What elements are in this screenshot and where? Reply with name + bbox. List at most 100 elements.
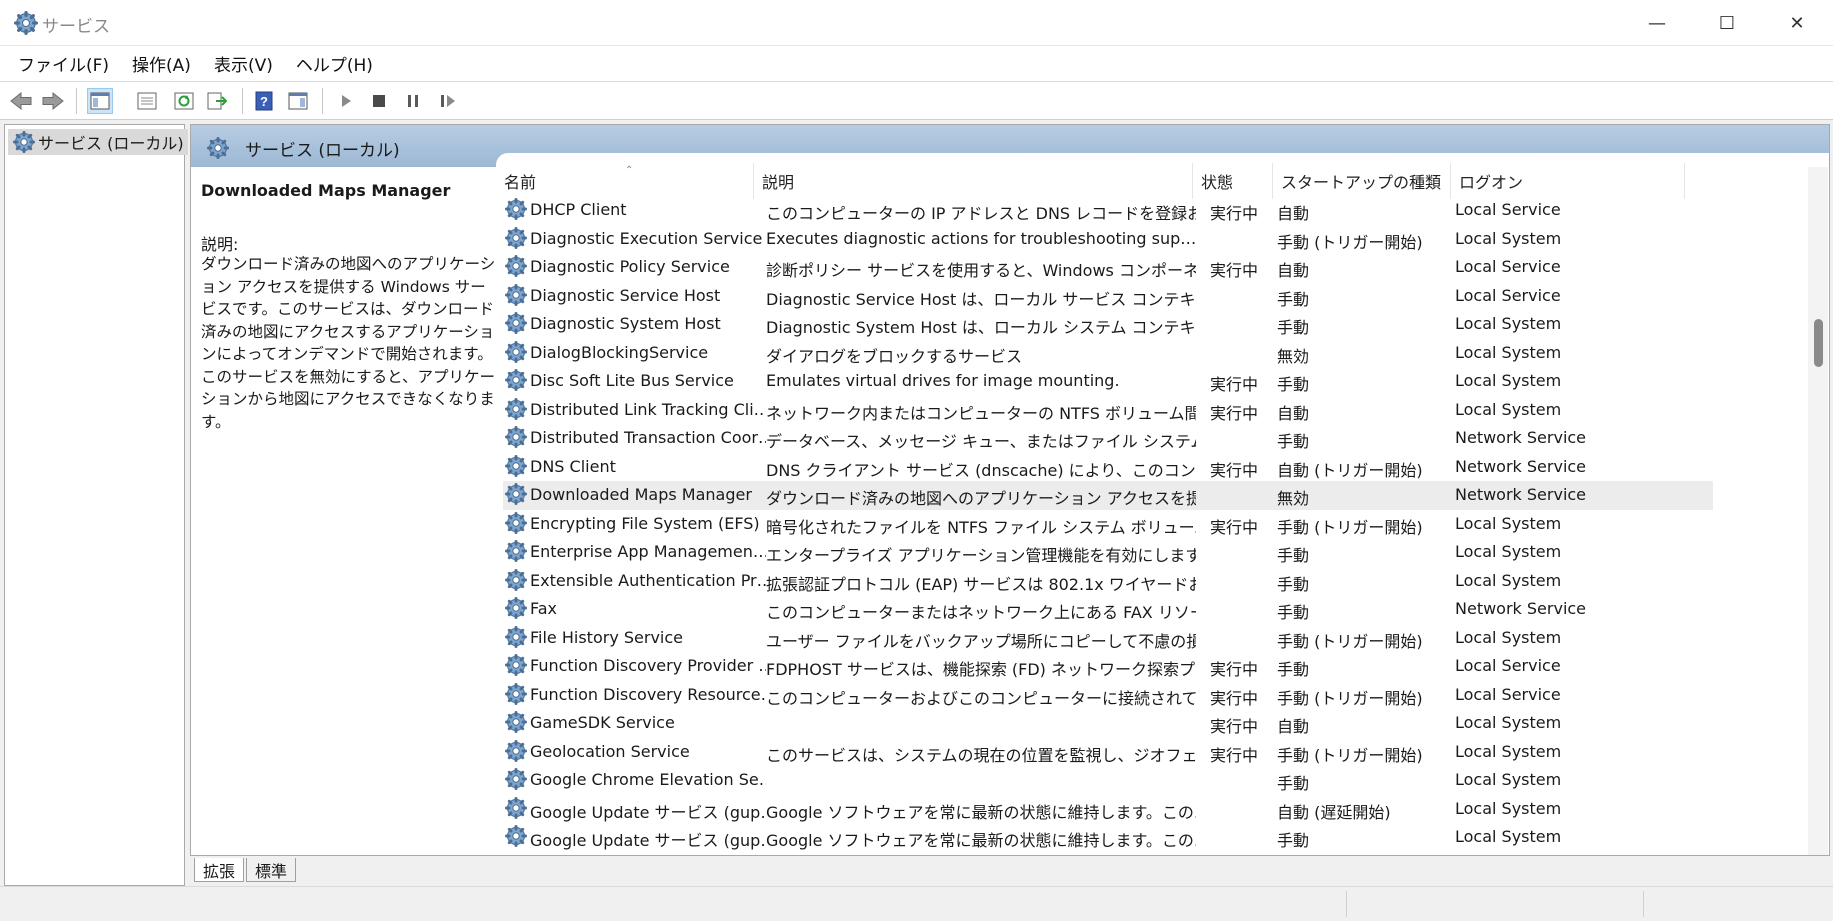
tree-item-label: サービス (ローカル) xyxy=(38,134,184,153)
service-name: Diagnostic System Host xyxy=(530,314,721,333)
service-row[interactable]: File History Service ユーザー ファイルをバックアップ場所にコ… xyxy=(503,624,1713,653)
menu-help[interactable]: ヘルプ(H) xyxy=(286,51,383,76)
service-description: Diagnostic Service Host は、ローカル サービス コンテキ… xyxy=(766,289,1196,309)
service-row[interactable]: Diagnostic Policy Service 診断ポリシー サービスを使用す… xyxy=(503,253,1713,282)
forward-button[interactable] xyxy=(40,88,66,114)
service-gear-icon xyxy=(505,369,527,391)
service-row[interactable]: Fax このコンピューターまたはネットワーク上にある FAX リソースを利… 手動 N… xyxy=(503,595,1713,624)
pane-title: サービス (ローカル) xyxy=(245,141,400,161)
service-gear-icon xyxy=(505,283,527,306)
service-logon: Local System xyxy=(1455,827,1562,846)
service-row[interactable]: DialogBlockingService ダイアログをブロックするサービス 無効 L… xyxy=(503,339,1713,368)
service-logon: Local System xyxy=(1455,542,1562,561)
service-gear-icon xyxy=(505,454,527,477)
service-name: Downloaded Maps Manager xyxy=(530,485,752,504)
column-header-name[interactable]: 名前 ⌃ xyxy=(496,163,754,199)
service-startup-type: 手動 xyxy=(1277,432,1310,451)
close-button[interactable]: ✕ xyxy=(1762,0,1832,46)
column-header-startup-type[interactable]: スタートアップの種類 xyxy=(1273,163,1451,199)
properties-button[interactable] xyxy=(134,88,160,114)
service-row[interactable]: Google Update サービス (gup… Google ソフトウェアを常に… xyxy=(503,823,1713,852)
column-header-status[interactable]: 状態 xyxy=(1193,163,1273,199)
service-gear-icon xyxy=(505,540,527,562)
service-description: Emulates virtual drives for image mounti… xyxy=(766,371,1120,390)
service-name: Google Update サービス (gup… xyxy=(530,802,766,822)
service-row[interactable]: Enterprise App Managemen… エンタープライズ アプリケーシ… xyxy=(503,538,1713,567)
menu-view[interactable]: 表示(V) xyxy=(204,51,283,76)
toolbar-separator xyxy=(76,88,77,114)
service-row[interactable]: Encrypting File System (EFS) 暗号化されたファイルを … xyxy=(503,510,1713,539)
service-row[interactable]: Google Update サービス (gup… Google ソフトウェアを常に… xyxy=(503,795,1713,824)
service-startup-type: 手動 xyxy=(1277,603,1310,622)
service-gear-icon xyxy=(505,426,527,448)
maximize-button[interactable]: ☐ xyxy=(1692,0,1762,46)
service-logon: Local System xyxy=(1455,399,1562,419)
service-row[interactable]: Diagnostic Execution Service Executes dia… xyxy=(503,225,1713,254)
tab-extended[interactable]: 拡張 xyxy=(194,858,245,882)
stop-service-button[interactable] xyxy=(366,88,392,114)
svg-text:?: ? xyxy=(260,94,268,109)
services-list[interactable]: 名前 ⌃ 説明 状態 スタートアップの種類 ログオン DHCP Client この… xyxy=(496,153,1829,855)
service-status: 実行中 xyxy=(1210,460,1259,480)
service-gear-icon xyxy=(505,739,527,762)
service-description: DNS クライアント サービス (dnscache) により、このコンピュ… xyxy=(766,460,1196,480)
service-logon: Network Service xyxy=(1455,599,1587,618)
tree-item-services-local[interactable]: サービス (ローカル) xyxy=(8,129,188,155)
status-divider xyxy=(1346,891,1347,917)
toolbar: ? xyxy=(0,82,1833,120)
sort-ascending-icon: ⌃ xyxy=(625,165,634,176)
back-button[interactable] xyxy=(8,88,34,114)
service-row[interactable]: Function Discovery Provider … FDPHOST サービ… xyxy=(503,652,1713,681)
service-logon: Local Service xyxy=(1455,656,1561,675)
gears-icon xyxy=(14,11,38,35)
service-row[interactable]: Extensible Authentication Pr… 拡張認証プロトコル (… xyxy=(503,567,1713,596)
service-row[interactable]: Geolocation Service このサービスは、システムの現在の位置を監視… xyxy=(503,738,1713,767)
scrollbar-thumb[interactable] xyxy=(1814,319,1823,367)
service-logon: Local Service xyxy=(1455,200,1561,219)
description-text: ダウンロード済みの地図へのアプリケーション アクセスを提供する Windows … xyxy=(201,255,496,431)
service-row[interactable]: GameSDK Service 実行中 自動 Local System xyxy=(503,709,1713,738)
pause-service-button[interactable] xyxy=(400,88,426,114)
help-icon: ? xyxy=(255,91,273,111)
vertical-scrollbar[interactable] xyxy=(1808,167,1828,855)
service-name: DHCP Client xyxy=(530,200,627,219)
console-tree[interactable]: サービス (ローカル) xyxy=(4,124,188,886)
service-gear-icon xyxy=(505,711,527,733)
service-row[interactable]: Function Discovery Resource… このコンピューターおよび… xyxy=(503,681,1713,710)
minimize-button[interactable]: — xyxy=(1622,0,1692,46)
service-row[interactable]: Downloaded Maps Manager ダウンロード済みの地図へのアプリケ… xyxy=(503,481,1713,510)
service-description: 拡張認証プロトコル (EAP) サービスは 802.1x ワイヤードおよび… xyxy=(766,574,1196,594)
service-description: Executes diagnostic actions for troubles… xyxy=(766,228,1196,248)
service-startup-type: 手動 xyxy=(1277,774,1310,793)
title-bar[interactable]: サービス — ☐ ✕ xyxy=(0,0,1833,46)
service-row[interactable]: Diagnostic Service Host Diagnostic Servic… xyxy=(503,282,1713,311)
service-row[interactable]: Google Chrome Elevation Se… 手動 Local Syste… xyxy=(503,766,1713,795)
column-header-description-label: 説明 xyxy=(762,173,795,192)
column-header-logon[interactable]: ログオン xyxy=(1451,163,1685,199)
service-row[interactable]: Distributed Transaction Coor… データベース、メッセー… xyxy=(503,424,1713,453)
menu-action[interactable]: 操作(A) xyxy=(122,51,201,76)
service-row[interactable]: DNS Client DNS クライアント サービス (dnscache) により… xyxy=(503,453,1713,482)
service-startup-type: 自動 xyxy=(1277,204,1310,223)
refresh-button[interactable] xyxy=(171,88,197,114)
service-name: Disc Soft Lite Bus Service xyxy=(530,371,734,390)
menu-file[interactable]: ファイル(F) xyxy=(8,51,119,76)
service-row[interactable]: Disc Soft Lite Bus Service Emulates virtu… xyxy=(503,367,1713,396)
service-gear-icon xyxy=(505,198,527,220)
tab-standard[interactable]: 標準 xyxy=(246,858,297,882)
start-service-button[interactable] xyxy=(333,88,359,114)
service-row[interactable]: Distributed Link Tracking Cli… ネットワーク内または… xyxy=(503,396,1713,425)
service-logon: Local Service xyxy=(1455,684,1561,704)
service-startup-type: 自動 (遅延開始) xyxy=(1277,802,1391,822)
service-row[interactable]: Diagnostic System Host Diagnostic System … xyxy=(503,310,1713,339)
column-header-startup-label: スタートアップの種類 xyxy=(1281,173,1442,192)
status-bar xyxy=(0,886,1833,921)
show-hide-action-pane-button[interactable] xyxy=(285,88,311,114)
show-hide-console-tree-button[interactable] xyxy=(87,88,113,114)
column-header-description[interactable]: 説明 xyxy=(754,163,1193,199)
service-row[interactable]: DHCP Client このコンピューターの IP アドレスと DNS レコードを… xyxy=(503,196,1713,225)
help-button[interactable]: ? xyxy=(251,88,277,114)
service-gear-icon xyxy=(505,511,527,534)
export-list-button[interactable] xyxy=(204,88,230,114)
restart-service-button[interactable] xyxy=(435,88,461,114)
